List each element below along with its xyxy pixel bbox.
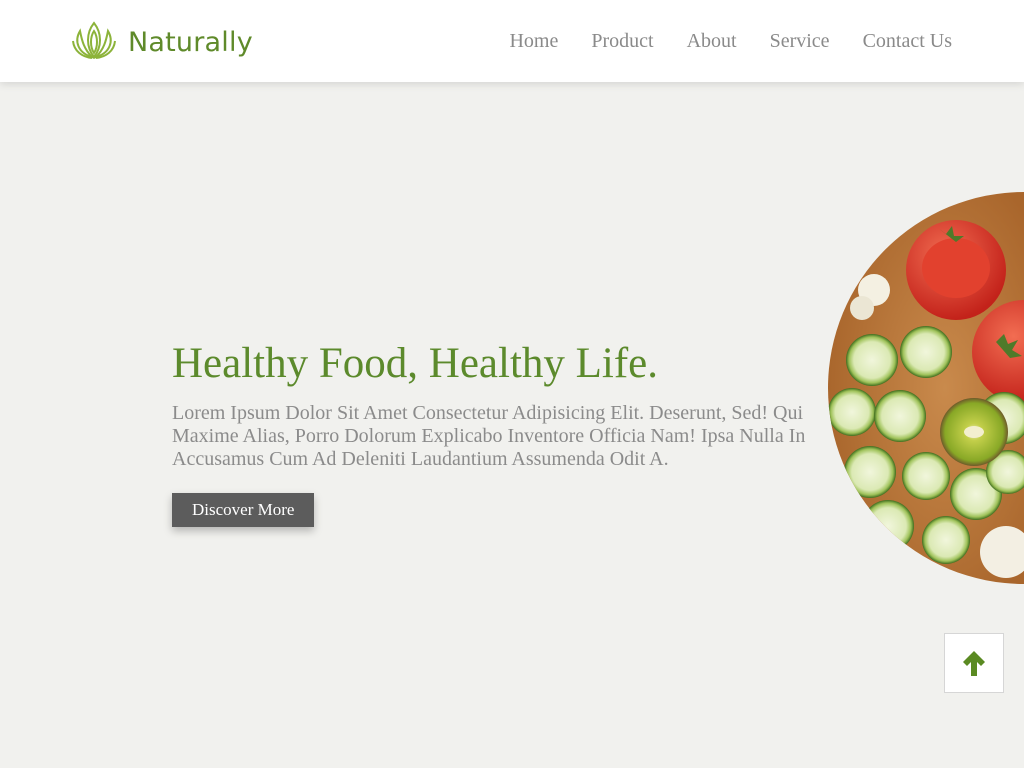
nav-service[interactable]: Service: [770, 28, 830, 54]
discover-more-button[interactable]: Discover More: [172, 493, 315, 527]
site-header: Naturally Home Product About Service Con…: [0, 0, 1024, 82]
brand-logo[interactable]: Naturally: [70, 18, 253, 62]
vegetable-plate-image: [826, 192, 1024, 584]
main-nav: Home Product About Service Contact Us: [476, 28, 952, 54]
nav-product[interactable]: Product: [591, 28, 653, 54]
brand-name: Naturally: [128, 26, 253, 58]
hero-section: Healthy Food, Healthy Life. Lorem Ipsum …: [172, 338, 822, 527]
nav-contact-us[interactable]: Contact Us: [863, 28, 952, 54]
nav-home[interactable]: Home: [509, 28, 558, 54]
hero-title: Healthy Food, Healthy Life.: [172, 340, 659, 387]
arrow-up-icon: [963, 651, 985, 676]
lotus-leaf-icon: [72, 21, 116, 60]
nav-about[interactable]: About: [687, 28, 737, 54]
hero-description: Lorem Ipsum Dolor Sit Amet Consectetur A…: [172, 402, 806, 470]
scroll-to-top-button[interactable]: [944, 633, 1004, 693]
